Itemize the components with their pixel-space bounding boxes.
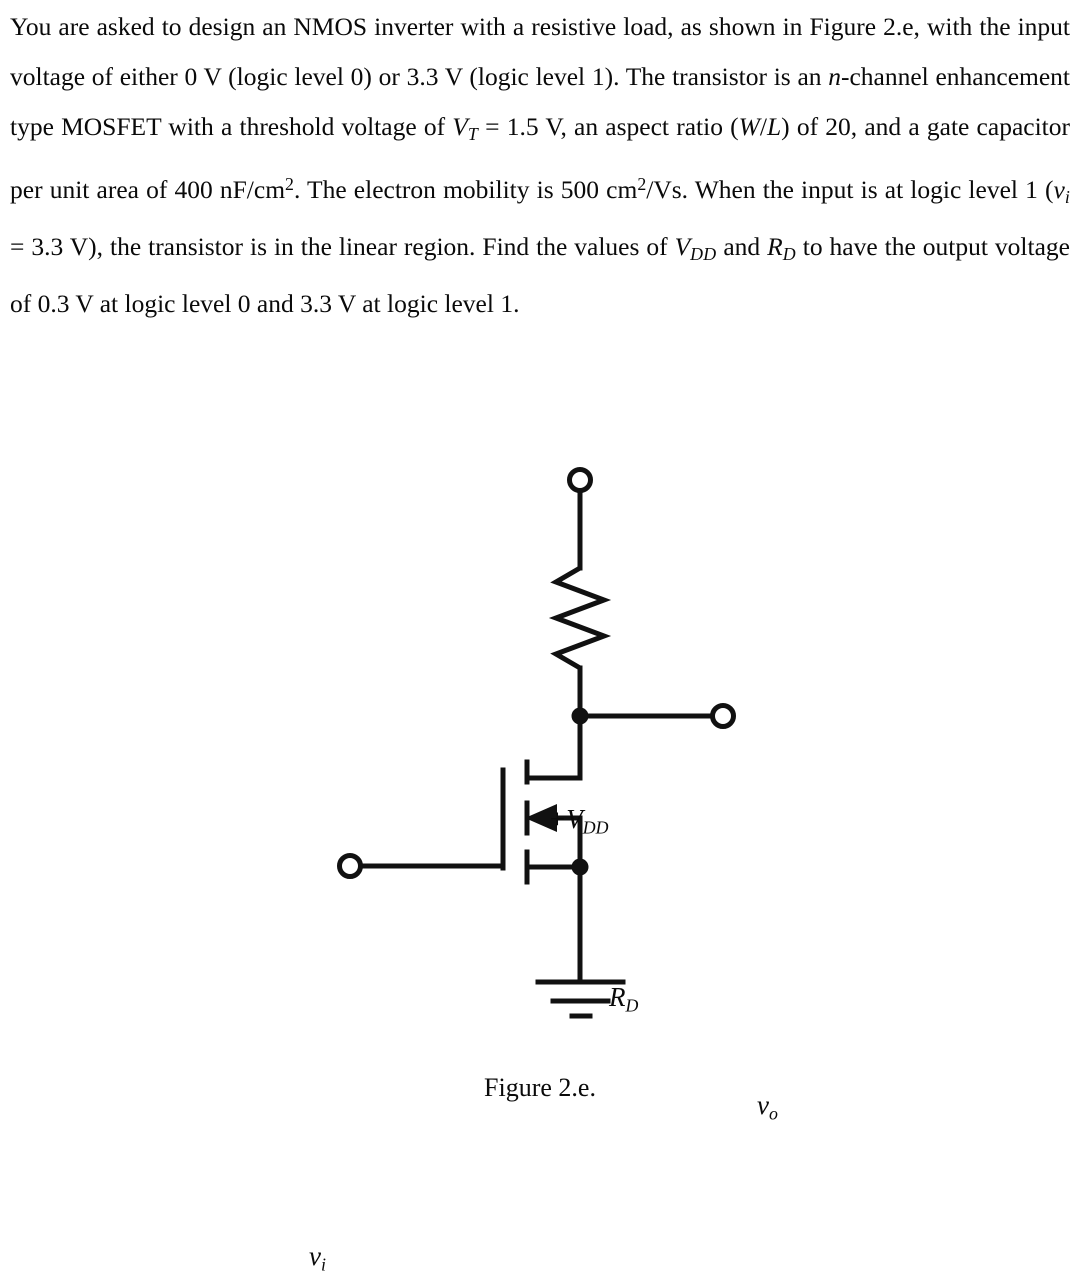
- subscript-DD: DD: [690, 243, 717, 264]
- problem-text-segment-12: . The electron mobility is 500 cm: [293, 175, 638, 205]
- input-label-symbol: v: [309, 1241, 321, 1271]
- supply-voltage-label: +VDD: [548, 804, 608, 838]
- circuit-figure: +VDD RD v o vi: [0, 390, 1080, 1274]
- problem-statement: You are asked to design an NMOS inverter…: [10, 2, 1070, 329]
- input-voltage-label: vi: [309, 1241, 326, 1275]
- supply-label-symbol: +: [548, 804, 567, 834]
- slash-separator: /: [759, 112, 767, 141]
- problem-text-segment-17: = 3.3 V), the transistor is in the linea…: [10, 232, 675, 261]
- problem-paragraph: You are asked to design an NMOS inverter…: [10, 2, 1070, 329]
- supply-label-subscript: DD: [582, 817, 609, 838]
- superscript-2-second: 2: [637, 173, 647, 194]
- nmos-inverter-schematic: [337, 467, 736, 1019]
- symbol-V-threshold: V: [452, 112, 468, 141]
- load-resistor-zigzag: [548, 565, 612, 671]
- input-label-subscript: i: [320, 1254, 326, 1275]
- italic-n-channel: n: [828, 62, 841, 91]
- symbol-R-drain: R: [767, 232, 783, 261]
- problem-text-segment-6: = 1.5 V, an aspect ratio (: [477, 112, 739, 141]
- symbol-v-input: v: [1053, 175, 1065, 205]
- symbol-L: L: [766, 112, 782, 141]
- subscript-T: T: [467, 123, 478, 144]
- symbol-W: W: [738, 112, 760, 141]
- output-label-subscript: o: [768, 1103, 778, 1124]
- supply-label-V: V: [566, 804, 583, 834]
- figure-caption: Figure 2.e.: [484, 1073, 596, 1102]
- superscript-2-first: 2: [285, 173, 294, 194]
- input-terminal-circle: [337, 853, 363, 879]
- subscript-i: i: [1064, 187, 1071, 207]
- subscript-D: D: [782, 243, 796, 264]
- output-terminal-circle: [710, 703, 736, 729]
- symbol-V-supply: V: [674, 232, 691, 261]
- resistor-label-symbol: R: [609, 982, 626, 1012]
- problem-text-segment-20: and: [716, 232, 768, 261]
- resistor-label: RD: [609, 982, 638, 1016]
- problem-text-segment-14: /Vs. When the input is at logic level 1 …: [646, 175, 1054, 205]
- supply-terminal-circle: [567, 467, 593, 493]
- resistor-label-subscript: D: [625, 995, 639, 1016]
